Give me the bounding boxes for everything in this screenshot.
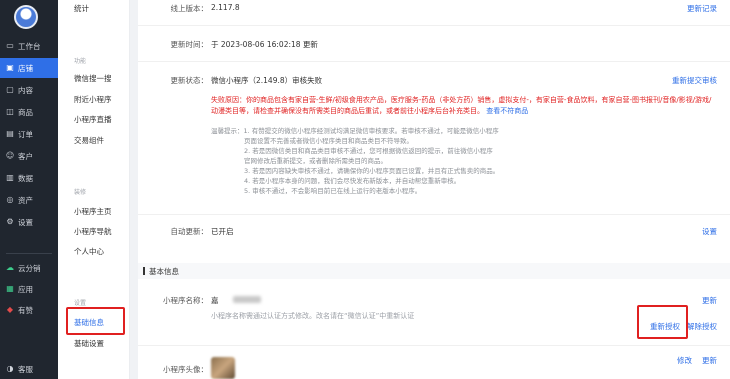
online-version-value: 2.117.8 <box>211 3 240 12</box>
nav-label: 资产 <box>18 195 33 205</box>
nav-divider <box>6 253 52 254</box>
subnav-group-title: 功能 <box>74 58 87 65</box>
order-icon: ▤ <box>6 129 14 138</box>
tip-line: 页面设置不完善或者微信小程序类目和商品类目不符导致。 <box>244 137 413 145</box>
desktop-icon: ▭ <box>6 41 14 50</box>
update-status-value: 微信小程序（2.149.8）审核失败 <box>211 76 323 85</box>
miniprogram-name-value: 嘉 <box>211 296 219 305</box>
nav-label: 订单 <box>18 129 33 139</box>
asset-icon: ◎ <box>6 195 14 204</box>
divider <box>138 345 730 346</box>
tip-line: 2. 若是因微信类目和商品类目审核不通过，您可根据微信返回的提示，前往微信小程序 <box>244 147 493 155</box>
nav-label: 云分销 <box>18 263 41 273</box>
nav-item-youzan[interactable]: ◆ 有赞 <box>0 300 58 320</box>
nav-item-content[interactable]: ▢ 内容 <box>0 80 58 100</box>
subnav-item-trade-component[interactable]: 交易组件 <box>74 135 104 146</box>
nav-label: 内容 <box>18 85 33 95</box>
fail-reason-line: 动漫类目等，请检查并确保没有所需类目的商品后重试，或者前往小程序后台补充类目。 <box>211 107 484 115</box>
name-change-hint: 小程序名称需通过认证方式修改。改名请在“微信认证”中重新认证 <box>211 312 415 320</box>
subnav-item-basic-settings[interactable]: 基础设置 <box>74 338 104 349</box>
subnav-item-stats[interactable]: 统计 <box>74 3 89 14</box>
update-avatar-link[interactable]: 更新 <box>702 355 717 366</box>
customer-icon: ☺ <box>5 151 15 160</box>
nav-label: 店铺 <box>18 63 33 73</box>
cloud-icon: ☁ <box>6 263 14 272</box>
auto-update-label: 自动更新： <box>170 227 209 236</box>
basic-info-section-header: 基本信息 <box>138 263 730 279</box>
highlight-box-basic-info <box>66 307 125 335</box>
tip-line: 5. 审核不通过，不会影响目前已在线上运行的老版本小程序。 <box>244 187 422 195</box>
auto-update-settings-link[interactable]: 设置 <box>702 226 717 237</box>
nav-label: 数据 <box>18 173 33 183</box>
edit-avatar-link[interactable]: 修改 <box>677 355 692 366</box>
tip-line: 4. 若是小程序本身的问题，我们会尽快发布新版本，并自动帮您重新审核。 <box>244 177 461 185</box>
section-marker <box>143 267 145 275</box>
redacted-name <box>233 296 261 303</box>
subnav-item-wechat-search[interactable]: 微信搜一搜 <box>74 73 112 84</box>
service-icon: ◑ <box>6 364 14 373</box>
nav-label: 有赞 <box>18 305 33 315</box>
nav-item-customer[interactable]: ☺ 客户 <box>0 146 58 166</box>
nav-item-order[interactable]: ▤ 订单 <box>0 124 58 144</box>
product-icon: ◫ <box>6 107 14 116</box>
subnav-item-homepage[interactable]: 小程序主页 <box>74 206 112 217</box>
update-time-label: 更新时间： <box>170 40 209 49</box>
divider <box>138 25 730 26</box>
nav-item-service[interactable]: ◑ 客服 <box>0 359 58 379</box>
subnav-item-personal-center[interactable]: 个人中心 <box>74 246 104 257</box>
shop-logo[interactable] <box>14 5 38 29</box>
subnav-group-title: 装修 <box>74 189 87 196</box>
nav-item-data[interactable]: ▥ 数据 <box>0 168 58 188</box>
store-icon: ▣ <box>6 63 14 72</box>
tip-line: 3. 若是因内容缺失审核不通过，请确保你的小程序页面已设置，并且有正式售卖的商品… <box>244 167 500 175</box>
view-mismatched-products-link[interactable]: 查看不符商品 <box>486 107 528 115</box>
tip-line: 官网修改后重新提交，或者删除所需类目的商品。 <box>244 157 387 165</box>
resubmit-review-link[interactable]: 重新提交审核 <box>672 75 717 86</box>
nav-item-store[interactable]: ▣ 店铺 <box>0 58 58 78</box>
nav-item-apps[interactable]: ▦ 应用 <box>0 279 58 299</box>
apps-icon: ▦ <box>6 284 14 293</box>
tip-line: 温馨提示：1. 有赞提交的微信小程序经测试均满足微信审核要求。若审核不通过，可能… <box>211 127 499 135</box>
divider <box>138 61 730 62</box>
miniprogram-name-label: 小程序名称： <box>163 296 208 305</box>
online-version-label: 线上版本： <box>170 4 209 13</box>
nav-label: 设置 <box>18 217 33 227</box>
settings-icon: ⚙ <box>6 217 14 226</box>
nav-label: 工作台 <box>18 41 41 51</box>
primary-nav: ▭ 工作台 ▣ 店铺 ▢ 内容 ◫ 商品 ▤ 订单 ☺ 客户 ▥ 数据 ◎ 资产… <box>0 0 58 379</box>
subnav-item-navigation[interactable]: 小程序导航 <box>74 226 112 237</box>
revoke-authorization-link[interactable]: 解除授权 <box>687 321 717 332</box>
data-icon: ▥ <box>6 173 14 182</box>
subnav-item-nearby-miniprogram[interactable]: 附近小程序 <box>74 94 112 105</box>
highlight-box-reauthorize <box>637 305 688 339</box>
fail-reason-line: 失败原因：你的商品包含有家自营-生鲜/初级食用农产品，医疗服务-药品（非处方药）… <box>211 96 712 104</box>
nav-item-product[interactable]: ◫ 商品 <box>0 102 58 122</box>
nav-label: 客服 <box>18 364 33 374</box>
subnav-group-title: 设置 <box>74 300 87 307</box>
update-name-link[interactable]: 更新 <box>702 295 717 306</box>
nav-label: 商品 <box>18 107 33 117</box>
nav-item-asset[interactable]: ◎ 资产 <box>0 190 58 210</box>
miniprogram-avatar-label: 小程序头像： <box>163 365 208 374</box>
content-icon: ▢ <box>6 85 14 94</box>
fail-reason-line-2: 动漫类目等，请检查并确保没有所需类目的商品后重试，或者前往小程序后台补充类目。 … <box>211 106 723 117</box>
youzan-icon: ◆ <box>6 305 14 314</box>
review-tips: 温馨提示：1. 有赞提交的微信小程序经测试均满足微信审核要求。若审核不通过，可能… <box>211 126 561 196</box>
update-time-value: 于 2023-08-06 16:02:18 更新 <box>211 40 318 49</box>
section-title: 基本信息 <box>149 267 179 276</box>
miniprogram-avatar <box>211 357 235 379</box>
divider <box>138 214 730 215</box>
nav-label: 应用 <box>18 284 33 294</box>
update-history-link[interactable]: 更新记录 <box>687 3 717 14</box>
fail-reason-text: 失败原因：你的商品包含有家自营-生鲜/初级食用农产品，医疗服务-药品（非处方药）… <box>211 95 723 117</box>
nav-item-cloud-distribution[interactable]: ☁ 云分销 <box>0 258 58 278</box>
update-status-label: 更新状态： <box>170 76 209 85</box>
nav-item-settings[interactable]: ⚙ 设置 <box>0 212 58 232</box>
subnav-item-live[interactable]: 小程序直播 <box>74 114 112 125</box>
auto-update-value: 已开启 <box>211 227 234 236</box>
nav-item-workbench[interactable]: ▭ 工作台 <box>0 36 58 56</box>
nav-label: 客户 <box>18 151 33 161</box>
